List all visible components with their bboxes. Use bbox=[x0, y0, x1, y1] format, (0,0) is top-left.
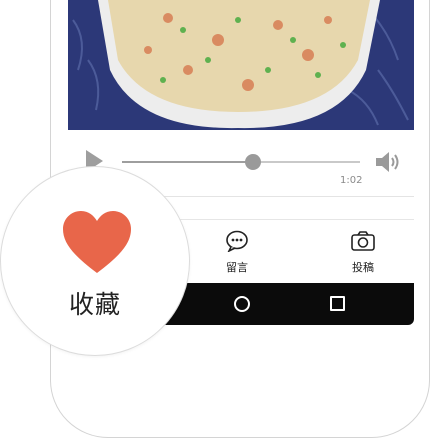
favorite-zoom-callout: 收藏 bbox=[0, 166, 190, 356]
comment-icon bbox=[226, 230, 248, 252]
food-image bbox=[68, 0, 414, 130]
home-icon[interactable] bbox=[234, 296, 250, 312]
favorite-label[interactable]: 收藏 bbox=[1, 285, 189, 321]
time-display: 1:02 bbox=[340, 175, 363, 186]
tab-comment-label: 留言 bbox=[226, 261, 248, 274]
camera-icon bbox=[351, 231, 375, 251]
progress-track[interactable] bbox=[122, 154, 360, 170]
tab-comment[interactable]: 留言 bbox=[201, 230, 273, 275]
heart-icon[interactable] bbox=[63, 211, 131, 275]
progress-thumb[interactable] bbox=[244, 154, 261, 170]
tab-post[interactable]: 投稿 bbox=[327, 230, 399, 275]
recents-icon[interactable] bbox=[330, 296, 345, 311]
tab-post-label: 投稿 bbox=[352, 261, 374, 274]
volume-icon[interactable] bbox=[374, 150, 402, 174]
progress-fill bbox=[122, 161, 253, 163]
